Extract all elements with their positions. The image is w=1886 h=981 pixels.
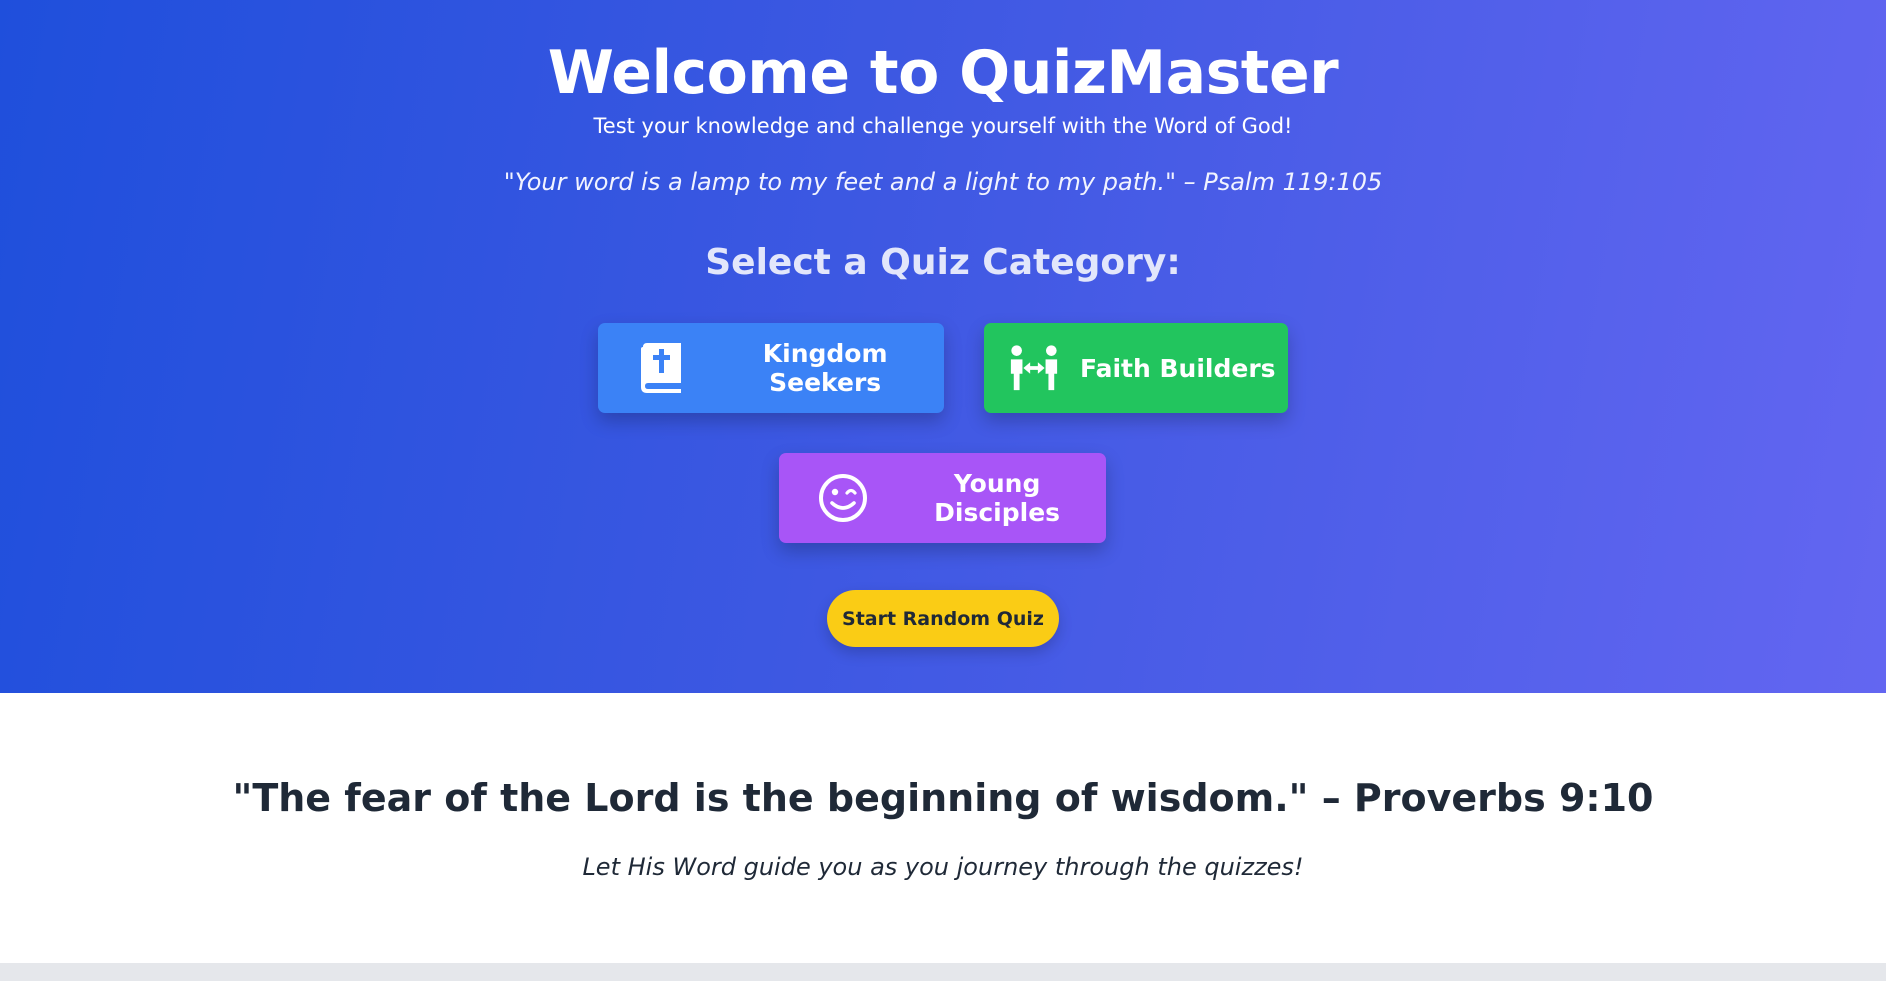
people-exchange-icon [1008,342,1060,394]
kingdom-seekers-label: Kingdom Seekers [762,339,888,397]
footer-verse: "The fear of the Lord is the beginning o… [232,776,1654,820]
hero-verse: "Your word is a lamp to my feet and a li… [503,168,1383,196]
start-random-quiz-button[interactable]: Start Random Quiz [827,590,1059,647]
hero-subtitle: Test your knowledge and challenge yourse… [593,114,1293,138]
bible-icon [636,342,686,394]
young-disciples-button[interactable]: Young Disciples [779,453,1106,543]
bottom-divider [0,963,1886,981]
wink-face-icon [817,472,868,524]
page-title: Welcome to QuizMaster [547,38,1339,108]
young-disciples-label: Young Disciples [934,469,1061,527]
kingdom-seekers-button[interactable]: Kingdom Seekers [598,323,944,413]
footer-note: Let His Word guide you as you journey th… [582,853,1304,881]
hero-section: Welcome to QuizMaster Test your knowledg… [0,0,1886,693]
category-heading: Select a Quiz Category: [705,242,1181,283]
faith-builders-button[interactable]: Faith Builders [984,323,1288,413]
faith-builders-label: Faith Builders [1080,353,1276,383]
